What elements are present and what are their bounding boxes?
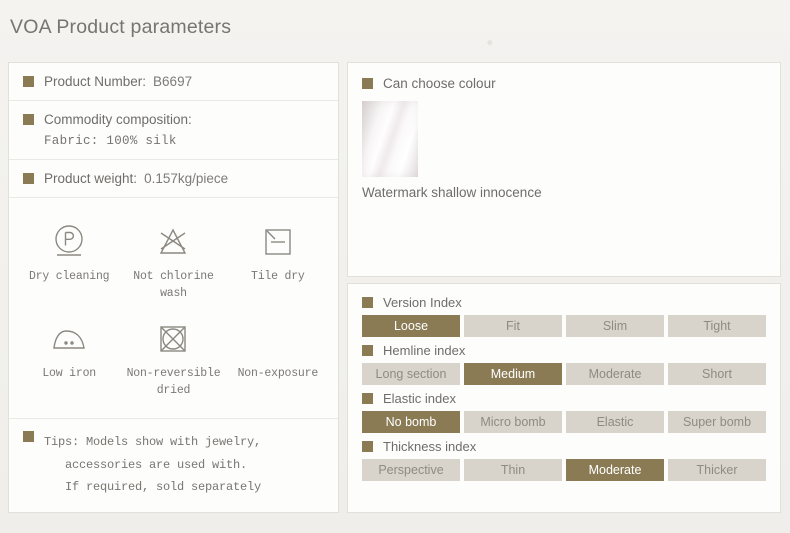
version-index-header: Version Index [362,295,766,310]
product-weight-row: Product weight: 0.157kg/piece [9,160,338,198]
bullet-square-icon [23,76,34,87]
dry-cleaning-p-circle-icon [49,220,89,264]
care-symbol-low-iron: Low iron [17,317,121,400]
care-symbol-no-chlorine: Not chlorine wash [121,220,225,303]
care-symbol-dry-cleaning: Dry cleaning [17,220,121,303]
product-parameters-page: VOA Product parameters Product Number: B… [0,0,790,533]
colour-swatch-wrapper [348,91,780,177]
option-long-section[interactable]: Long section [362,363,460,385]
bullet-square-icon [23,173,34,184]
thickness-index-options: Perspective Thin Moderate Thicker [362,459,766,481]
colour-panel-title: Can choose colour [383,76,496,91]
option-no-bomb[interactable]: No bomb [362,411,460,433]
fabric-swatch-thumbnail[interactable] [362,101,418,177]
care-symbol-non-reversible-dried: Non-reversible dried [121,317,225,400]
option-perspective[interactable]: Perspective [362,459,460,481]
version-index-title: Version Index [383,295,462,310]
care-symbol-label: Non-exposure [237,366,319,380]
option-micro-bomb[interactable]: Micro bomb [464,411,562,433]
tips-line-2: accessories are used with. [65,457,248,472]
care-symbol-label: Dry cleaning [28,270,110,283]
tips-section: Tips: Models show with jewelry, accessor… [9,418,338,512]
product-number-value: B6697 [153,74,193,89]
option-tight[interactable]: Tight [668,315,766,337]
care-symbols-grid: Dry cleaning Not chlorine wash Tile dry … [9,198,338,409]
hemline-index-options: Long section Medium Moderate Short [362,363,766,385]
care-symbol-label: Tile dry [251,270,305,283]
product-number-row: Product Number: B6697 [9,63,338,101]
care-symbol-label: Not chlorine wash [133,270,214,301]
index-groups: Version Index Loose Fit Slim Tight Hemli… [348,284,780,481]
commodity-composition-row: Commodity composition: Fabric: 100% silk [9,101,338,160]
option-moderate-hemline[interactable]: Moderate [566,363,664,385]
option-super-bomb[interactable]: Super bomb [668,411,766,433]
elastic-index-title: Elastic index [383,391,456,406]
care-symbol-label: Low iron [42,366,96,380]
bullet-square-icon [362,297,373,308]
commodity-composition-label: Commodity composition: [44,112,192,127]
bullet-square-icon [23,114,34,125]
care-symbol-label: Non-reversible dried [126,366,221,397]
option-short[interactable]: Short [668,363,766,385]
option-thin[interactable]: Thin [464,459,562,481]
colour-selection-panel: Can choose colour Watermark shallow inno… [347,62,781,277]
page-title: VOA Product parameters [10,16,232,38]
no-chlorine-bleach-triangle-icon [153,220,193,264]
hemline-index-title: Hemline index [383,343,466,358]
colour-swatch-caption: Watermark shallow innocence [362,185,542,200]
option-moderate-thickness[interactable]: Moderate [566,459,664,481]
bullet-square-icon [362,78,373,89]
product-weight-label: Product weight: [44,171,138,186]
option-loose[interactable]: Loose [362,315,460,337]
fabric-composition-value: Fabric: 100% silk [44,134,177,148]
product-number-label: Product Number: [44,74,147,89]
low-iron-two-dots-icon [47,317,91,361]
flat-dry-square-icon [258,220,298,264]
bullet-square-icon [362,393,373,404]
version-index-options: Loose Fit Slim Tight [362,315,766,337]
bullet-square-icon [362,441,373,452]
hemline-index-header: Hemline index [362,343,766,358]
thickness-index-title: Thickness index [383,439,477,454]
tips-line-1: Tips: Models show with jewelry, [44,435,262,450]
bullet-square-icon [362,345,373,356]
no-tumble-dry-crossed-square-icon [153,317,193,361]
elastic-index-header: Elastic index [362,391,766,406]
tips-line-3: If required, sold separately [65,479,262,494]
care-symbol-tile-dry: Tile dry [226,220,330,303]
thickness-index-header: Thickness index [362,439,766,454]
option-elastic[interactable]: Elastic [566,411,664,433]
product-info-panel: Product Number: B6697 Commodity composit… [8,62,339,513]
elastic-index-options: No bomb Micro bomb Elastic Super bomb [362,411,766,433]
care-symbol-non-exposure: Non-exposure [226,317,330,400]
option-thicker[interactable]: Thicker [668,459,766,481]
product-weight-value: 0.157kg/piece [144,171,229,186]
option-fit[interactable]: Fit [464,315,562,337]
option-slim[interactable]: Slim [566,315,664,337]
index-selectors-panel: Version Index Loose Fit Slim Tight Hemli… [347,283,781,513]
bullet-square-icon [23,431,34,443]
colour-panel-header: Can choose colour [348,63,780,91]
option-medium[interactable]: Medium [464,363,562,385]
